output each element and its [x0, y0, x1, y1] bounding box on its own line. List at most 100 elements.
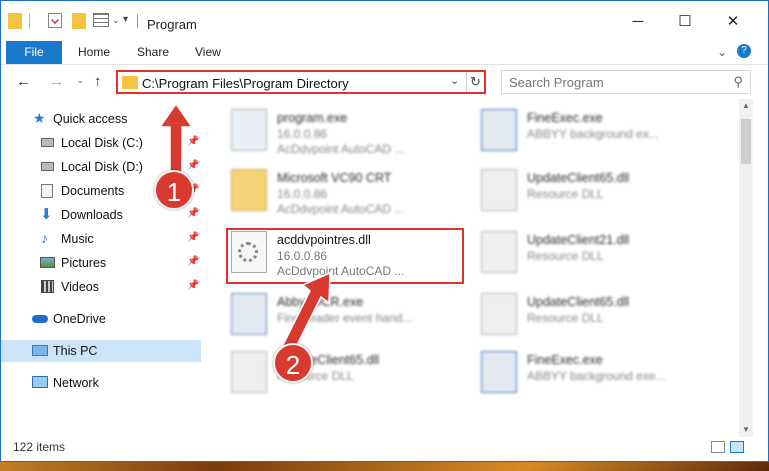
refresh-button[interactable]: ↻	[466, 72, 484, 92]
tab-home[interactable]: Home	[78, 41, 110, 64]
scroll-down-arrow-icon[interactable]: ▼	[739, 423, 753, 437]
sidebar-item-label: Local Disk (D:)	[61, 160, 143, 174]
new-folder-icon[interactable]	[72, 13, 86, 29]
file-item[interactable]: UpdateClient65.dll Resource DLL	[231, 349, 471, 399]
file-name: UpdateClient65.dll	[527, 171, 630, 185]
file-item[interactable]: FineExec.exe ABBYY background exe...	[481, 349, 721, 399]
sidebar-item-videos[interactable]: Videos 📌	[1, 276, 201, 298]
back-button[interactable]: ←	[16, 73, 31, 90]
sidebar-item-local-disk-c[interactable]: Local Disk (C:) 📌	[1, 132, 201, 154]
pin-icon: 📌	[187, 232, 200, 243]
file-description: Resource DLL	[527, 311, 604, 325]
search-placeholder: Search Program	[509, 75, 604, 90]
tab-file[interactable]: File	[6, 41, 62, 64]
dll-gear-icon	[481, 231, 517, 273]
computer-icon	[32, 345, 48, 356]
tab-view[interactable]: View	[195, 41, 221, 64]
sidebar-item-label: Network	[53, 376, 99, 390]
file-item[interactable]: FineExec.exe ABBYY background ex...	[481, 107, 721, 157]
file-item[interactable]: UpdateClient65.dll Resource DLL	[481, 167, 721, 217]
scroll-up-arrow-icon[interactable]: ▲	[739, 99, 753, 113]
videos-icon	[41, 280, 54, 293]
properties-icon[interactable]	[48, 13, 62, 29]
sidebar-item-network[interactable]: Network	[1, 372, 201, 394]
file-description: FineReader event hand...	[277, 311, 413, 325]
sidebar-item-label: Music	[61, 232, 94, 246]
file-item[interactable]: Microsoft VC90 CRT 16.0.0.86 AcDdvpoint …	[231, 167, 471, 217]
step-badge-2: 2	[273, 343, 313, 383]
help-icon[interactable]: ?	[737, 44, 751, 58]
sidebar-item-label: Documents	[61, 184, 125, 198]
customize-toolbar-icon[interactable]: ⌄	[112, 15, 120, 31]
pin-icon: 📌	[187, 280, 200, 291]
folder-icon	[122, 76, 138, 89]
drive-icon	[41, 138, 54, 147]
pictures-icon	[40, 257, 55, 268]
folder-icon[interactable]	[8, 13, 22, 29]
file-item[interactable]: UpdateClient21.dll Resource DLL	[481, 229, 721, 279]
status-bar: 122 items	[1, 437, 768, 459]
file-description: AcDdvpoint AutoCAD ...	[277, 142, 405, 156]
sidebar-item-label: Downloads	[61, 208, 123, 222]
exe-icon	[231, 109, 267, 151]
file-name: UpdateClient21.dll	[527, 233, 630, 247]
search-box[interactable]: Search Program ⚲	[501, 70, 751, 94]
pin-icon: 📌	[187, 208, 200, 219]
file-item[interactable]: program.exe 16.0.0.86 AcDdvpoint AutoCAD…	[231, 107, 471, 157]
close-button[interactable]: ✕	[718, 11, 748, 33]
file-description: ABBYY background exe...	[527, 369, 666, 383]
file-description: Resource DLL	[527, 187, 604, 201]
view-menu-icon[interactable]	[93, 13, 109, 29]
address-bar[interactable]: C:\Program Files\Program Directory ⌄ ↻	[116, 70, 486, 94]
dll-gear-icon	[481, 169, 517, 211]
documents-icon	[41, 184, 53, 198]
exe-icon	[481, 109, 517, 151]
forward-button[interactable]: →	[49, 73, 64, 90]
music-icon: ♪	[41, 230, 48, 246]
title-separator	[137, 14, 138, 28]
maximize-button[interactable]: ☐	[670, 11, 700, 33]
folder-icon	[231, 169, 267, 211]
star-icon: ★	[33, 110, 46, 126]
up-button[interactable]: ↑	[94, 73, 102, 90]
pin-icon: 📌	[187, 136, 200, 147]
sidebar-item-label: Pictures	[61, 256, 107, 270]
navigation-pane: ★ Quick access Local Disk (C:) 📌 Local D…	[1, 99, 201, 437]
highlight-box	[226, 228, 464, 284]
address-dropdown-icon[interactable]: ⌄	[450, 74, 459, 87]
sidebar-item-label: Videos	[61, 280, 99, 294]
file-description: Resource DLL	[527, 249, 604, 263]
exe-icon	[231, 293, 267, 335]
file-name: FineExec.exe	[527, 353, 603, 367]
sidebar-item-onedrive[interactable]: OneDrive	[1, 308, 201, 330]
file-name: program.exe	[277, 111, 348, 125]
large-icons-view-icon[interactable]	[730, 441, 744, 453]
tab-share[interactable]: Share	[137, 41, 169, 64]
file-name: AbbyyOCR.exe	[277, 295, 364, 309]
toolbar-separator	[29, 13, 30, 29]
vertical-scrollbar[interactable]: ▲ ▼	[739, 99, 753, 437]
quick-access-dropdown-icon[interactable]: ▾	[123, 14, 128, 30]
step-badge-1: 1	[154, 170, 194, 210]
dll-gear-icon	[481, 293, 517, 335]
recent-locations-button[interactable]: ⌄	[76, 75, 84, 86]
sidebar-item-this-pc[interactable]: This PC	[1, 340, 201, 362]
file-name: UpdateClient65.dll	[527, 295, 630, 309]
file-version: 16.0.0.86	[277, 127, 328, 141]
search-icon[interactable]: ⚲	[733, 74, 743, 90]
file-version: 16.0.0.86	[277, 187, 328, 201]
address-path[interactable]: C:\Program Files\Program Directory	[142, 76, 349, 91]
sidebar-item-pictures[interactable]: Pictures 📌	[1, 252, 201, 274]
network-icon	[32, 376, 48, 388]
file-explorer-window: ⌄ ▾ Program ─ ☐ ✕ File Home Share View ⌄…	[0, 0, 769, 462]
expand-ribbon-icon[interactable]: ⌄	[717, 45, 727, 59]
file-item[interactable]: AbbyyOCR.exe FineReader event hand...	[231, 291, 471, 341]
window-title: Program	[147, 17, 197, 32]
file-item[interactable]: UpdateClient65.dll Resource DLL	[481, 291, 721, 341]
details-view-icon[interactable]	[711, 441, 725, 453]
file-name: Microsoft VC90 CRT	[277, 171, 392, 185]
sidebar-item-music[interactable]: ♪ Music 📌	[1, 228, 201, 250]
minimize-button[interactable]: ─	[623, 11, 653, 33]
sidebar-item-quick-access[interactable]: ★ Quick access	[1, 108, 201, 130]
scroll-thumb[interactable]	[741, 119, 751, 164]
